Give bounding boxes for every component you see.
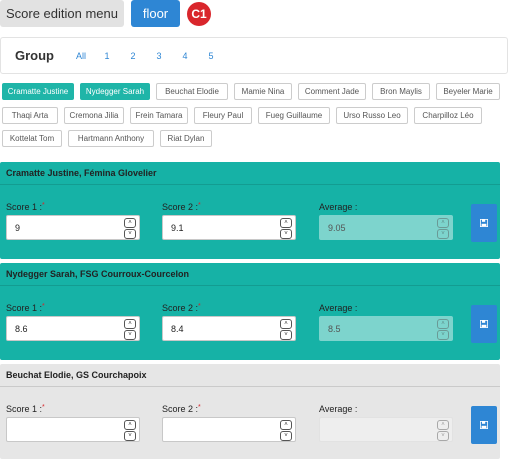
score-card: Beuchat Elodie, GS Courchapoix Score 1 :… [0,364,500,459]
number-spinner: ˄ ˅ [437,420,449,441]
save-button[interactable] [471,204,497,242]
spin-down-icon[interactable]: ˅ [124,330,136,340]
gymnast-chip[interactable]: Urso Russo Leo [336,107,408,124]
score2-label: Score 2 :* [162,303,201,313]
score-card: Nydegger Sarah, FSG Courroux-Courcelon S… [0,263,500,360]
spin-down-icon[interactable]: ˅ [280,431,292,441]
spin-up-icon[interactable]: ˄ [124,420,136,430]
spin-down-icon[interactable]: ˅ [280,229,292,239]
gymnast-chip[interactable]: Hartmann Anthony [68,130,154,147]
gymnast-chip[interactable]: Riat Dylan [160,130,212,147]
gymnast-chip[interactable]: Beyeler Marie [436,83,500,100]
gymnast-chip[interactable]: Fueg Guillaume [258,107,330,124]
number-spinner[interactable]: ˄ ˅ [124,319,136,340]
spin-down-icon[interactable]: ˅ [124,229,136,239]
number-spinner[interactable]: ˄ ˅ [280,218,292,239]
score1-input[interactable]: 8.6 ˄ ˅ [6,316,140,341]
gymnast-chip[interactable]: Frein Tamara [130,107,188,124]
group-link-1[interactable]: 1 [94,51,120,61]
average-label: Average : [319,404,358,414]
number-spinner[interactable]: ˄ ˅ [124,218,136,239]
spin-up-icon: ˄ [437,420,449,430]
score2-input[interactable]: 8.4 ˄ ˅ [162,316,296,341]
gymnast-chip[interactable]: Cremona Jilia [64,107,124,124]
score1-input[interactable]: 9 ˄ ˅ [6,215,140,240]
gymnast-chip[interactable]: Charpilloz Léo [414,107,482,124]
spin-up-icon[interactable]: ˄ [280,218,292,228]
save-icon [480,219,488,227]
score1-label: Score 1 :* [6,303,45,313]
spin-down-icon[interactable]: ˅ [124,431,136,441]
spin-up-icon[interactable]: ˄ [280,420,292,430]
gymnast-chip[interactable]: Bron Maylis [372,83,430,100]
group-link-5[interactable]: 5 [198,51,224,61]
number-spinner: ˄ ˅ [437,218,449,239]
spin-down-icon: ˅ [437,431,449,441]
gymnast-chip[interactable]: Comment Jade [298,83,366,100]
score-card-title: Nydegger Sarah, FSG Courroux-Courcelon [0,263,500,286]
save-button[interactable] [471,305,497,343]
score2-label: Score 2 :* [162,202,201,212]
score2-input[interactable]: ˄ ˅ [162,417,296,442]
save-icon [480,320,488,328]
spin-down-icon: ˅ [437,330,449,340]
average-output: 9.05 ˄ ˅ [319,215,453,240]
number-spinner[interactable]: ˄ ˅ [280,420,292,441]
score1-input[interactable]: ˄ ˅ [6,417,140,442]
number-spinner[interactable]: ˄ ˅ [124,420,136,441]
score-card-title: Cramatte Justine, Fémina Glovelier [0,162,500,185]
score1-label: Score 1 :* [6,202,45,212]
score1-label: Score 1 :* [6,404,45,414]
gymnast-chip[interactable]: Fleury Paul [194,107,252,124]
gymnast-chip[interactable]: Nydegger Sarah [80,83,150,100]
spin-down-icon[interactable]: ˅ [280,330,292,340]
gymnast-chip[interactable]: Cramatte Justine [2,83,74,100]
apparatus-floor-button[interactable]: floor [131,0,180,27]
save-icon [480,421,488,429]
save-button[interactable] [471,406,497,444]
group-label: Group [15,48,54,63]
spin-up-icon[interactable]: ˄ [124,319,136,329]
spin-up-icon[interactable]: ˄ [280,319,292,329]
score2-label: Score 2 :* [162,404,201,414]
group-link-4[interactable]: 4 [172,51,198,61]
spin-up-icon[interactable]: ˄ [124,218,136,228]
average-output: 8.5 ˄ ˅ [319,316,453,341]
spin-up-icon: ˄ [437,319,449,329]
gymnast-chip[interactable]: Beuchat Elodie [156,83,228,100]
score-card-title: Beuchat Elodie, GS Courchapoix [0,364,500,387]
gymnast-chip[interactable]: Thaqi Arta [2,107,58,124]
spin-down-icon: ˅ [437,229,449,239]
average-output: ˄ ˅ [319,417,453,442]
category-badge: C1 [187,2,211,26]
score-edition-menu-button[interactable]: Score edition menu [0,0,124,27]
average-label: Average : [319,303,358,313]
spin-up-icon: ˄ [437,218,449,228]
score2-input[interactable]: 9.1 ˄ ˅ [162,215,296,240]
number-spinner: ˄ ˅ [437,319,449,340]
group-link-3[interactable]: 3 [146,51,172,61]
number-spinner[interactable]: ˄ ˅ [280,319,292,340]
group-link-2[interactable]: 2 [120,51,146,61]
group-link-all[interactable]: All [68,51,94,61]
gymnast-chip[interactable]: Mamie Nina [234,83,292,100]
average-label: Average : [319,202,358,212]
gymnast-chip[interactable]: Kottelat Tom [2,130,62,147]
score-card: Cramatte Justine, Fémina Glovelier Score… [0,162,500,259]
group-navigation: Group All 1 2 3 4 5 [0,37,508,74]
